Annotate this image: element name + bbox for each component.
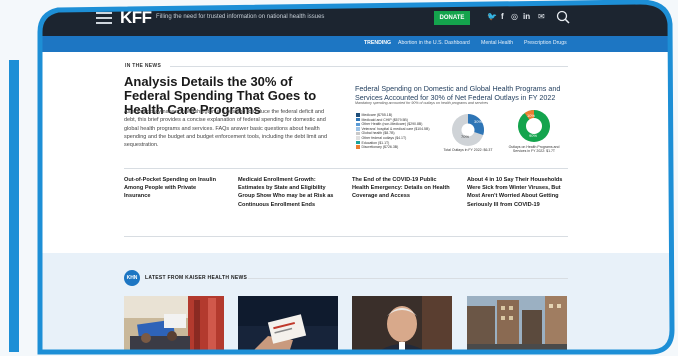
story-covid-emergency[interactable]: The End of the COVID-19 Public Health Em… <box>352 176 452 201</box>
kff-logo[interactable]: KFF <box>120 8 152 28</box>
trending-link-abortion[interactable]: Abortion in the U.S. Dashboard <box>398 40 470 46</box>
khn-photo-card[interactable] <box>238 296 338 356</box>
divider <box>124 168 568 169</box>
khn-photo-portrait[interactable] <box>352 296 452 356</box>
legend-swatch <box>356 122 360 127</box>
site-header: KFF Filling the need for trusted informa… <box>0 0 678 36</box>
story-winter-viruses[interactable]: About 4 in 10 Say Their Households Were … <box>467 176 567 209</box>
legend-swatch <box>356 113 360 117</box>
pie-pct-10: 10% <box>527 113 535 118</box>
legend-label: Education ($1.1T) <box>361 140 390 145</box>
chart-legend: Medicare ($755.1B) Medicaid and CHIP ($57… <box>356 113 429 150</box>
site-tagline: Filling the need for trusted information… <box>156 14 325 20</box>
story-medicaid[interactable]: Medicaid Enrollment Growth: Estimates by… <box>238 176 338 209</box>
in-the-news-label: IN THE NEWS <box>125 63 162 69</box>
chart-title: Federal Spending on Domestic and Global … <box>355 84 561 102</box>
khn-logo[interactable]: KHN <box>124 270 140 286</box>
khn-section <box>14 253 678 356</box>
health-outlays-pie: 10% 90% <box>518 109 550 142</box>
khn-photo-protest-image <box>124 296 224 356</box>
pie-hole <box>526 118 542 134</box>
section-rule <box>248 278 568 279</box>
pie-pct-70: 70% <box>461 134 469 139</box>
twitter-icon[interactable]: 🐦 <box>487 12 497 22</box>
legend-label: Other Health (non-Medicare) ($290.8B) <box>361 122 423 127</box>
feature-summary: As some policymakers in Washington are p… <box>124 109 328 149</box>
total-outlays-label: Total Outlays in FY 2022: $6.3T <box>443 148 493 152</box>
legend-swatch <box>356 140 360 145</box>
legend-swatch <box>356 131 360 136</box>
health-outlays-label: Outlays on Health Programs and Services … <box>508 145 560 153</box>
legend-label: Medicaid and CHIP ($579.5B) <box>361 117 408 122</box>
divider <box>124 236 568 237</box>
trending-link-prescription-drugs[interactable]: Prescription Drugs <box>524 40 567 46</box>
legend-label: Discretionary ($726.3B) <box>361 145 399 150</box>
khn-photo-city[interactable] <box>467 296 567 356</box>
instagram-icon[interactable]: ◎ <box>511 12 518 22</box>
khn-photo-portrait-image <box>352 296 452 356</box>
legend-swatch <box>356 127 360 131</box>
frame-edge-strip <box>0 52 14 356</box>
legend-swatch <box>356 117 360 122</box>
total-outlays-pie: 70% 30% <box>452 114 485 146</box>
legend-label: Global health ($8.7B) <box>361 131 395 136</box>
trending-label: TRENDING <box>364 40 392 46</box>
legend-swatch <box>356 136 360 140</box>
donate-button[interactable]: DONATE <box>434 11 470 25</box>
section-rule <box>170 66 568 67</box>
pie-pct-30: 30% <box>474 119 482 124</box>
menu-icon[interactable] <box>96 12 112 24</box>
pie-pct-90: 90% <box>529 133 537 138</box>
khn-photo-protest[interactable] <box>124 296 224 356</box>
legend-label: Veterans' hospital & medical care ($104.… <box>361 126 430 131</box>
chart-subtitle: Mandatory spending accounted for 90% of … <box>355 101 489 105</box>
facebook-icon[interactable]: f <box>501 12 504 22</box>
legend-label: Medicare ($755.1B) <box>361 113 393 117</box>
trending-link-mental-health[interactable]: Mental Health <box>481 40 513 46</box>
trending-bar: TRENDING Abortion in the U.S. Dashboard … <box>0 36 678 52</box>
email-icon[interactable]: ✉ <box>538 12 545 22</box>
search-icon[interactable] <box>556 10 570 24</box>
legend-item: Discretionary ($726.3B) <box>356 145 429 150</box>
khn-section-label: LATEST FROM KAISER HEALTH NEWS <box>145 275 248 281</box>
khn-photo-card-image <box>238 296 338 356</box>
story-insulin[interactable]: Out-of-Pocket Spending on Insulin Among … <box>124 176 224 201</box>
legend-swatch <box>356 145 360 149</box>
khn-photo-city-image <box>467 296 567 356</box>
browser-frame: KFF Filling the need for trusted informa… <box>0 0 678 356</box>
linkedin-icon[interactable]: in <box>523 12 530 22</box>
legend-label: Other federal outlays ($4.1T) <box>361 135 407 140</box>
